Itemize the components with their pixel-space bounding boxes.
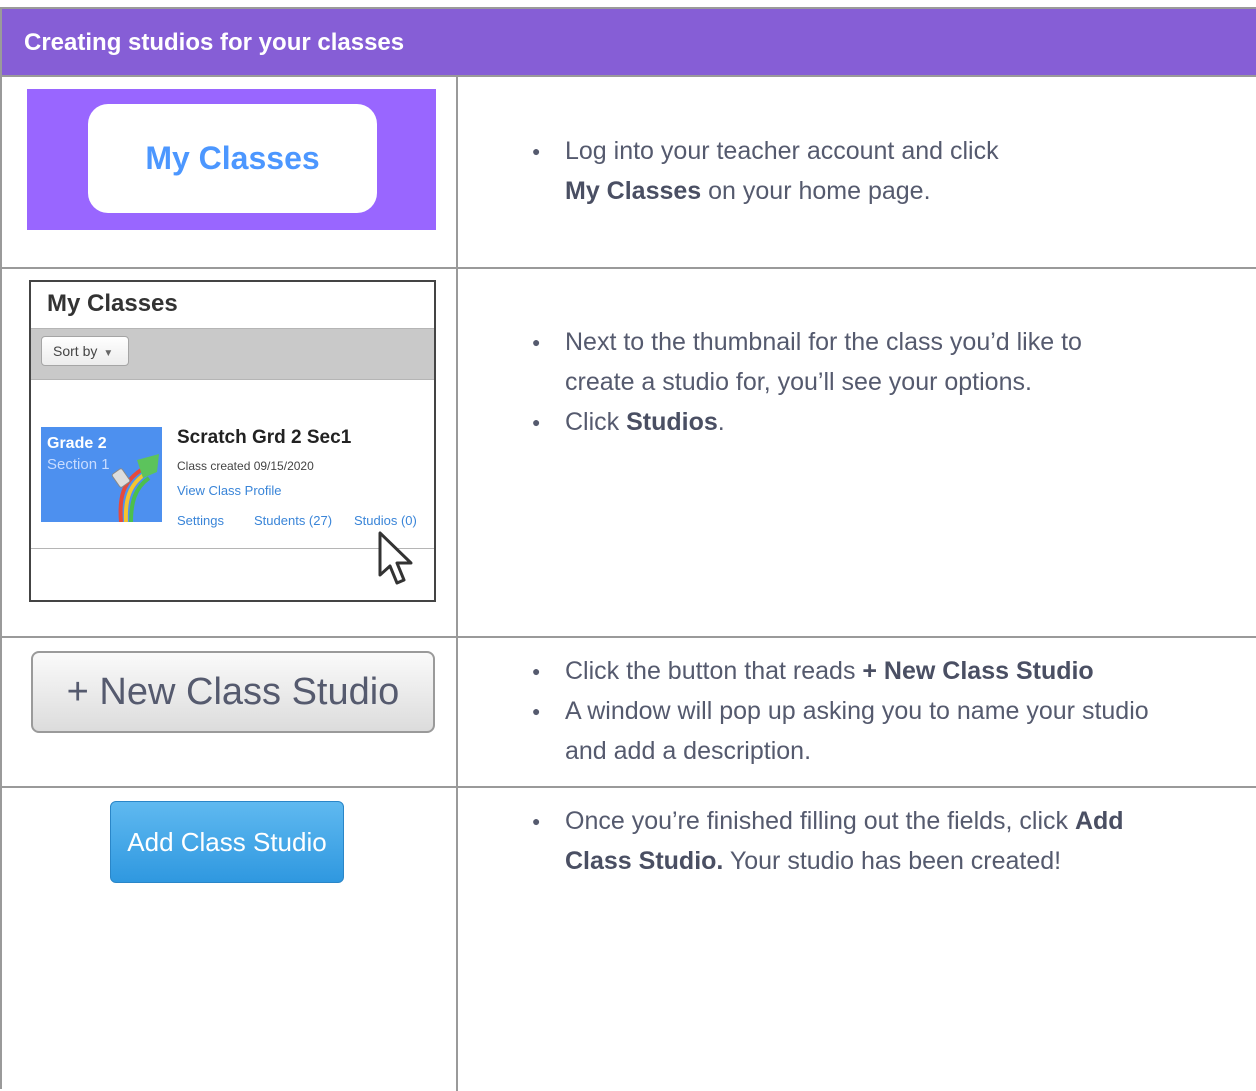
step-5-text-line1: A window will pop up asking you to name … [565, 697, 1149, 725]
my-classes-panel: My Classes Sort by ▼ Grade 2 Section 1 Sc… [29, 280, 436, 602]
step-1-text-end: on your home page. [701, 177, 931, 205]
panel-title: My Classes [47, 290, 178, 317]
step-2-text-line2: create a studio for, you’ll see your opt… [565, 368, 1032, 396]
step-1-text: Log into your teacher account and click [565, 137, 999, 165]
column-divider [456, 77, 458, 1091]
my-classes-button[interactable]: My Classes [88, 104, 377, 213]
step-6-bold-2: Class Studio. [565, 847, 724, 875]
thumb-grade: Grade 2 [47, 435, 107, 452]
step-1-bold: My Classes [565, 177, 702, 205]
settings-link[interactable]: Settings [177, 513, 224, 528]
row-divider [2, 786, 1256, 788]
step-3-bold: Studios [626, 408, 718, 436]
paint-brush-icon [111, 454, 159, 522]
sort-toolbar: Sort by ▼ [31, 328, 434, 380]
my-classes-banner: My Classes [27, 89, 436, 230]
new-class-studio-button[interactable]: + New Class Studio [31, 651, 435, 733]
sort-by-button[interactable]: Sort by ▼ [41, 336, 129, 366]
class-name: Scratch Grd 2 Sec1 [177, 427, 352, 448]
bullet-icon: ● [532, 663, 541, 679]
row-divider [2, 636, 1256, 638]
step-6-text: Once you’re finished filling out the fie… [565, 807, 1075, 835]
step-4-text: Click the button that reads [565, 657, 863, 685]
step-5-text-line2: and add a description. [565, 737, 812, 765]
view-class-profile-link[interactable]: View Class Profile [177, 483, 282, 498]
step-4-bold: + New Class Studio [862, 657, 1094, 685]
students-link[interactable]: Students (27) [254, 513, 332, 528]
step-6-text-end: Your studio has been created! [723, 847, 1062, 875]
class-thumbnail[interactable]: Grade 2 Section 1 [41, 427, 162, 522]
step-3-text: Click [565, 408, 627, 436]
add-class-studio-button[interactable]: Add Class Studio [110, 801, 344, 883]
class-created-date: Class created 09/15/2020 [177, 459, 314, 473]
bullet-icon: ● [532, 703, 541, 719]
step-6-bold-1: Add [1074, 807, 1124, 835]
bullet-icon: ● [532, 813, 541, 829]
caret-down-icon: ▼ [103, 348, 114, 359]
bullet-icon: ● [532, 334, 541, 350]
step-3-text-end: . [717, 408, 725, 436]
studios-link[interactable]: Studios (0) [354, 513, 417, 528]
row-divider [2, 267, 1256, 269]
step-2-text-line1: Next to the thumbnail for the class you’… [565, 328, 1082, 356]
mouse-pointer-icon [378, 531, 413, 585]
bullet-icon: ● [532, 414, 541, 430]
table-title: Creating studios for your classes [24, 29, 405, 56]
bullet-icon: ● [532, 143, 541, 159]
table-header: Creating studios for your classes [2, 9, 1256, 77]
panel-divider [31, 548, 434, 549]
sort-by-label: Sort by [53, 343, 98, 359]
